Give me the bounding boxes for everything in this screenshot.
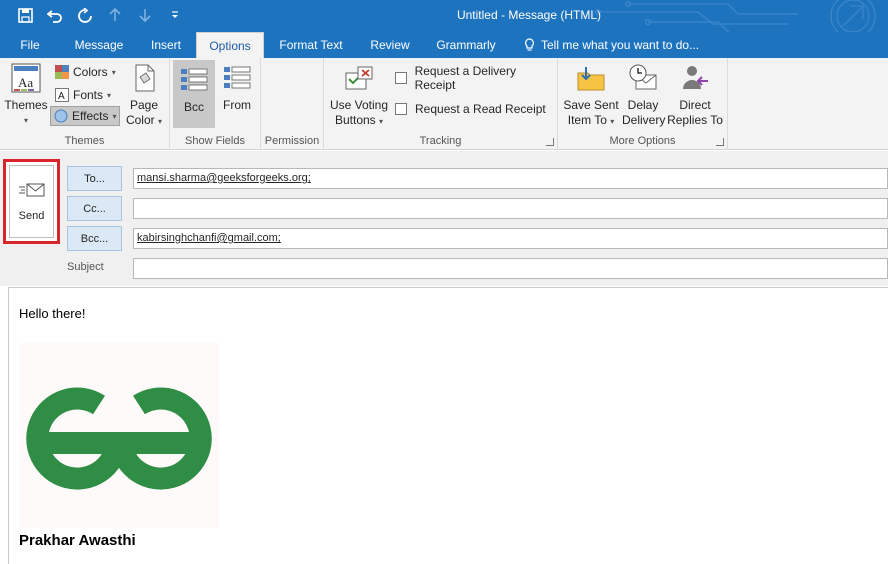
permission-group-label: Permission xyxy=(264,135,320,147)
tab-file[interactable]: File xyxy=(8,32,52,58)
colors-icon xyxy=(55,65,69,79)
save-sent-item-button[interactable]: Save Sent Item To ▾ xyxy=(562,62,620,129)
permission-group: Permission xyxy=(261,58,324,150)
delivery-receipt-label: Request a Delivery Receipt xyxy=(414,64,516,92)
delay-label-2: Delivery xyxy=(622,113,666,127)
tracking-group: Use Voting Buttons ▾ Request a Delivery … xyxy=(324,58,558,150)
bcc-value: kabirsinghchanfi@gmail.com; xyxy=(137,232,281,244)
subject-field[interactable] xyxy=(133,258,888,279)
tab-review[interactable]: Review xyxy=(362,32,418,58)
direct-replies-button[interactable]: Direct Replies To xyxy=(666,62,724,128)
chevron-down-icon: ▾ xyxy=(158,117,163,126)
fonts-button[interactable]: A Fonts ▾ xyxy=(52,85,114,105)
tracking-group-label: Tracking xyxy=(419,135,462,147)
from-icon xyxy=(221,62,253,94)
send-envelope-icon xyxy=(18,183,44,196)
tracking-launcher-icon[interactable] xyxy=(546,138,554,146)
bcc-toggle-button[interactable]: Bcc xyxy=(173,60,215,128)
svg-text:Aa: Aa xyxy=(18,75,33,90)
to-field[interactable]: mansi.sharma@geeksforgeeks.org; xyxy=(133,168,888,189)
chevron-down-icon: ▾ xyxy=(107,90,112,100)
voting-label-2: Buttons xyxy=(334,113,376,127)
fonts-label: Fonts xyxy=(73,88,104,102)
show-fields-group: Bcc From Show Fields xyxy=(170,58,261,150)
cc-field[interactable] xyxy=(133,198,888,219)
themes-button[interactable]: Aa Themes ▾ xyxy=(4,62,48,130)
themes-group-label: Themes xyxy=(64,135,105,147)
chevron-down-icon: ▾ xyxy=(610,117,615,126)
voting-label-1: Use Voting xyxy=(329,98,389,112)
title-bar: Untitled - Message (HTML) xyxy=(0,0,888,32)
tab-format-text[interactable]: Format Text xyxy=(272,32,350,58)
signature-text: Prakhar Awasthi xyxy=(19,532,136,549)
show-fields-group-label: Show Fields xyxy=(185,135,245,147)
from-toggle-button[interactable]: From xyxy=(217,62,257,113)
page-color-label-2: Color xyxy=(125,113,155,127)
delay-clock-icon xyxy=(627,62,659,94)
direct-replies-icon xyxy=(679,62,711,94)
save-sent-label-2: Item To xyxy=(567,113,607,127)
ribbon-tabs: File Message Insert Options Format Text … xyxy=(0,32,888,58)
effects-label: Effects xyxy=(72,109,109,123)
more-options-group: Save Sent Item To ▾ Delay Delivery Direc… xyxy=(558,58,728,150)
fonts-icon: A xyxy=(55,88,69,102)
effects-button[interactable]: Effects ▾ xyxy=(50,106,121,126)
page-color-button[interactable]: Page Color ▾ xyxy=(122,62,166,129)
more-options-group-label: More Options xyxy=(609,135,676,147)
colors-label: Colors xyxy=(73,65,108,79)
themes-label: Themes xyxy=(4,98,48,112)
chevron-down-icon: ▾ xyxy=(379,117,384,126)
effects-icon xyxy=(54,109,68,123)
use-voting-buttons[interactable]: Use Voting Buttons ▾ xyxy=(328,62,390,129)
tab-insert[interactable]: Insert xyxy=(142,32,190,58)
more-options-launcher-icon[interactable] xyxy=(716,138,724,146)
direct-replies-label-2: Replies To xyxy=(667,113,723,127)
direct-replies-label-1: Direct xyxy=(679,98,711,112)
bcc-icon xyxy=(178,64,210,96)
send-label: Send xyxy=(18,209,45,222)
voting-icon xyxy=(343,62,375,94)
page-color-icon xyxy=(128,62,160,94)
svg-text:A: A xyxy=(58,91,65,102)
send-button[interactable]: Send xyxy=(3,159,60,244)
delivery-receipt-option[interactable]: Request a Delivery Receipt xyxy=(392,64,557,92)
themes-group: Aa Themes ▾ Colors ▾ A Fonts ▾ Effects ▾… xyxy=(0,58,170,150)
from-toggle-label: From xyxy=(223,98,251,112)
colors-button[interactable]: Colors ▾ xyxy=(52,62,119,82)
tab-message[interactable]: Message xyxy=(68,32,130,58)
bcc-button[interactable]: Bcc... xyxy=(67,226,122,251)
themes-icon: Aa xyxy=(10,62,42,94)
read-receipt-checkbox[interactable] xyxy=(395,103,407,115)
cc-button[interactable]: Cc... xyxy=(67,196,122,221)
chevron-down-icon: ▾ xyxy=(111,67,116,77)
bcc-field[interactable]: kabirsinghchanfi@gmail.com; xyxy=(133,228,888,249)
read-receipt-option[interactable]: Request a Read Receipt xyxy=(392,99,549,119)
page-color-label-1: Page xyxy=(129,98,159,112)
tab-options[interactable]: Options xyxy=(196,32,264,58)
geeksforgeeks-logo-icon xyxy=(26,387,212,490)
chevron-down-icon: ▾ xyxy=(112,111,117,121)
delay-label-1: Delay xyxy=(627,98,659,112)
message-body[interactable]: Hello there! Prakhar Awasthi xyxy=(8,287,888,564)
to-button[interactable]: To... xyxy=(67,166,122,191)
tell-me-box[interactable]: Tell me what you want to do... xyxy=(524,32,699,58)
save-sent-folder-icon xyxy=(575,62,607,94)
delivery-receipt-checkbox[interactable] xyxy=(395,72,407,84)
bcc-toggle-label: Bcc xyxy=(183,100,204,114)
lightbulb-icon xyxy=(525,38,534,51)
geeksforgeeks-logo-image xyxy=(19,343,219,528)
read-receipt-label: Request a Read Receipt xyxy=(415,102,546,116)
tell-me-text: Tell me what you want to do... xyxy=(541,38,700,52)
ribbon: Aa Themes ▾ Colors ▾ A Fonts ▾ Effects ▾… xyxy=(0,58,888,150)
save-sent-label-1: Save Sent xyxy=(563,98,619,112)
delay-delivery-button[interactable]: Delay Delivery xyxy=(622,62,666,128)
tab-grammarly[interactable]: Grammarly xyxy=(428,32,504,58)
message-header: Send To... mansi.sharma@geeksforgeeks.or… xyxy=(0,151,888,286)
chevron-down-icon: ▾ xyxy=(23,116,28,125)
greeting-text: Hello there! xyxy=(19,306,86,321)
to-value: mansi.sharma@geeksforgeeks.org; xyxy=(137,172,311,184)
subject-label: Subject xyxy=(67,261,104,273)
window-title: Untitled - Message (HTML) xyxy=(456,8,602,22)
